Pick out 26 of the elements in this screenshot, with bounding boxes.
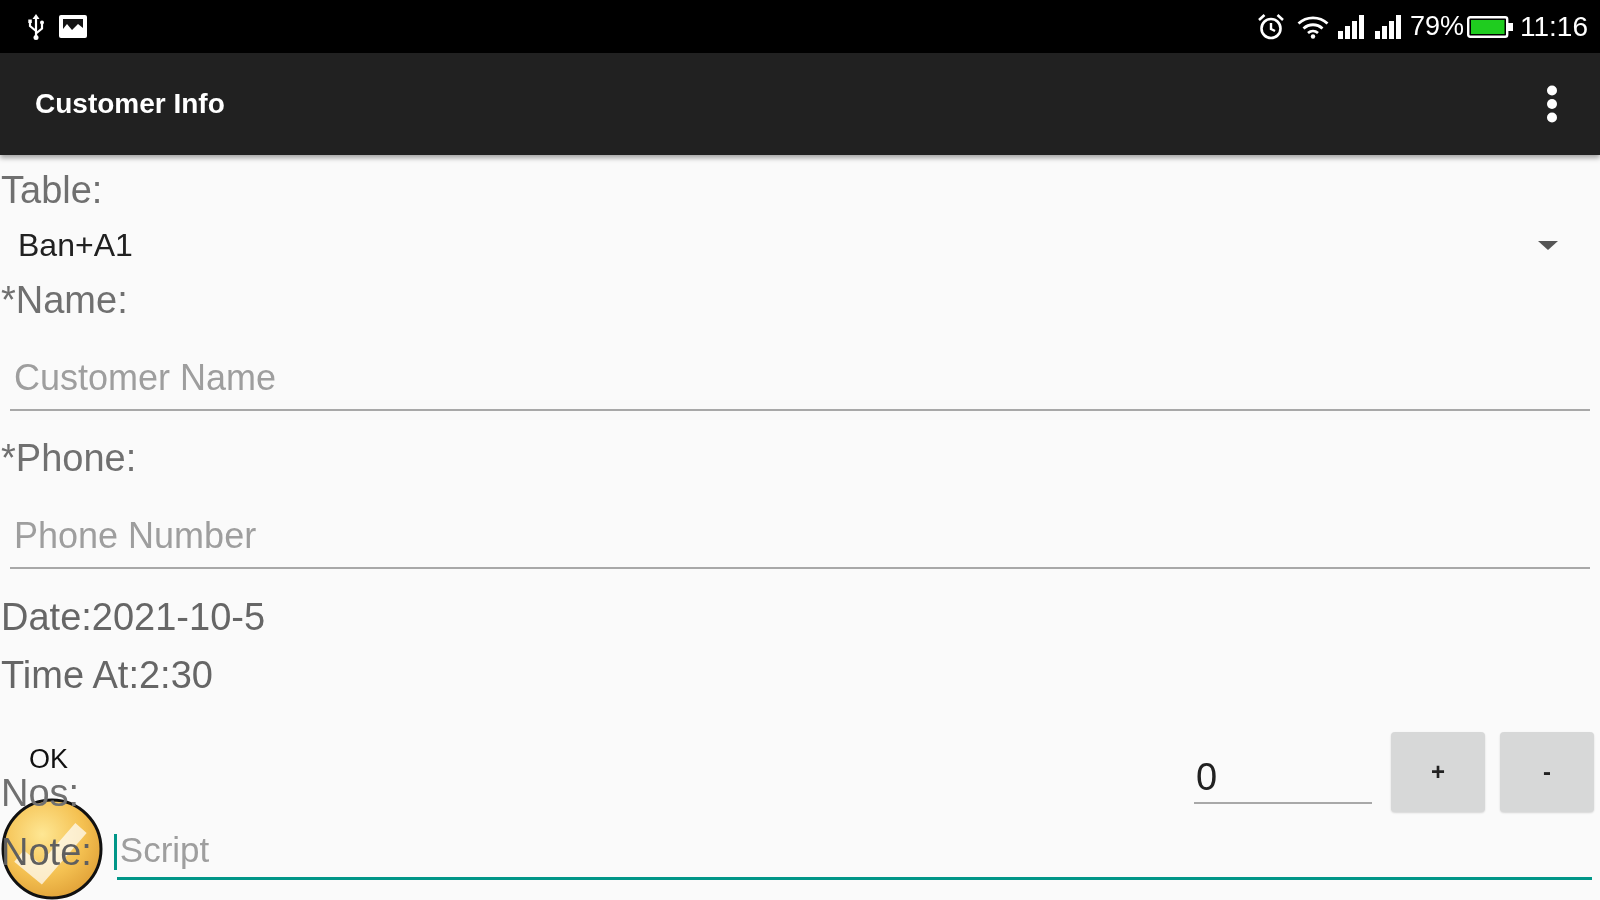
- text-input-field[interactable]: Customer Name: [10, 353, 1590, 411]
- stepper-button[interactable]: -: [1500, 732, 1594, 812]
- app-title: Customer Info: [35, 90, 225, 118]
- text-cursor-icon: [113, 834, 117, 870]
- battery-icon: [1467, 14, 1513, 39]
- text-input-field[interactable]: Phone Number: [10, 511, 1590, 569]
- alarm-clock-icon: [1256, 12, 1285, 41]
- field-label: *Name:: [1, 281, 128, 319]
- battery-percent-text: 79%: [1409, 13, 1464, 40]
- info-text: Date:2021-10-5: [1, 598, 266, 636]
- usb-icon: [27, 13, 45, 40]
- wifi-icon: [1296, 14, 1329, 39]
- field-label: *Phone:: [1, 439, 137, 477]
- ok-label: OK: [29, 746, 68, 773]
- image-icon: [59, 15, 87, 38]
- text-input-field[interactable]: 0: [1194, 752, 1372, 804]
- text-input-field[interactable]: Script: [116, 828, 1592, 880]
- field-label: Table:: [1, 171, 103, 209]
- signal-icon: [1337, 14, 1366, 39]
- signal-icon: [1374, 14, 1403, 39]
- dropdown-triangle-icon: [1538, 240, 1558, 250]
- clock-time-text: 11:16: [1520, 12, 1588, 41]
- stepper-button[interactable]: +: [1391, 732, 1485, 812]
- more-options-icon[interactable]: [1546, 85, 1558, 123]
- table-dropdown[interactable]: Ban+A1: [0, 218, 1600, 272]
- info-text: Time At:2:30: [1, 656, 213, 694]
